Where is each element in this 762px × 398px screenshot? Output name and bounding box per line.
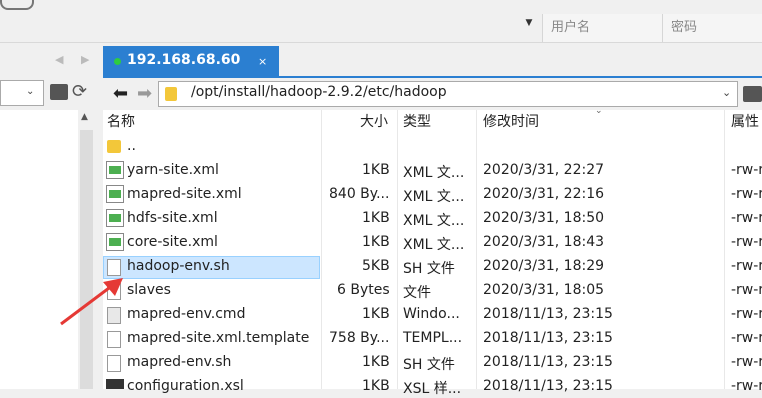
list-item-modified: 2018/11/13, 23:15: [483, 330, 613, 346]
list-item-size: 6 Bytes: [337, 282, 390, 298]
list-item-name[interactable]: yarn-site.xml: [127, 162, 219, 178]
list-item-type: XML 文...: [403, 213, 465, 229]
password-field[interactable]: 密码: [662, 14, 762, 42]
folder-icon: [165, 87, 177, 101]
sort-indicator-icon: ⌄: [595, 106, 603, 116]
column-header-modified[interactable]: 修改时间: [483, 110, 539, 134]
list-item-attrs: -rw-r: [731, 162, 762, 178]
list-item-modified: 2020/3/31, 22:27: [483, 162, 605, 178]
folder-icon: [107, 140, 121, 153]
list-item-type: XSL 样...: [403, 381, 462, 397]
list-item-type: XML 文...: [403, 237, 465, 253]
xml-file-icon: [106, 185, 124, 203]
scroll-up-icon[interactable]: ▲: [81, 112, 88, 122]
list-item-attrs: -rw-r: [731, 282, 762, 298]
list-item-size: 1KB: [362, 378, 390, 394]
list-item-attrs: -rw-r: [731, 258, 762, 274]
username-field[interactable]: 用户名: [542, 14, 662, 42]
list-item-type: XML 文...: [403, 189, 465, 205]
local-path-combo[interactable]: [0, 80, 44, 106]
list-item-attrs: -rw-r: [731, 186, 762, 202]
connected-status-icon: [114, 58, 121, 65]
refresh-icon[interactable]: [0, 0, 34, 10]
list-item-size: 1KB: [362, 210, 390, 226]
column-header-type[interactable]: 类型: [403, 110, 431, 134]
list-item-size: 1KB: [362, 306, 390, 322]
annotation-arrow-head: [103, 278, 123, 296]
list-item-name[interactable]: hadoop-env.sh: [127, 258, 230, 274]
file-icon: [107, 355, 121, 372]
close-icon[interactable]: ×: [258, 55, 267, 68]
refresh-icon[interactable]: ⟳: [72, 81, 87, 102]
column-divider[interactable]: [397, 110, 398, 389]
list-item-attrs: -rw-r: [731, 330, 762, 346]
list-item-name[interactable]: mapred-env.cmd: [127, 306, 245, 322]
list-item-modified: 2020/3/31, 22:16: [483, 186, 605, 202]
xml-file-icon: [106, 209, 124, 227]
list-item-size: 758 By...: [329, 330, 390, 346]
list-item-name[interactable]: ..: [127, 138, 136, 154]
list-item-attrs: -rw-r: [731, 234, 762, 250]
list-item-type: Windo...: [403, 306, 460, 322]
list-item-size: 1KB: [362, 162, 390, 178]
list-item-name[interactable]: mapred-env.sh: [127, 354, 231, 370]
xml-file-icon: [106, 161, 124, 179]
list-item-modified: 2020/3/31, 18:05: [483, 282, 605, 298]
list-item-name[interactable]: configuration.xsl: [127, 378, 244, 394]
list-item-size: 1KB: [362, 234, 390, 250]
column-header-attrs[interactable]: 属性: [731, 110, 759, 134]
chevron-down-icon[interactable]: ⌄: [722, 86, 731, 99]
list-item-name[interactable]: mapred-site.xml.template: [127, 330, 309, 346]
column-header-size[interactable]: 大小: [360, 110, 388, 134]
annotation-arrow: [60, 278, 123, 326]
column-divider[interactable]: [724, 110, 725, 389]
list-item-attrs: -rw-r: [731, 210, 762, 226]
list-item-type: XML 文...: [403, 165, 465, 181]
chevron-down-icon[interactable]: ▼: [522, 18, 536, 32]
list-item-name[interactable]: core-site.xml: [127, 234, 218, 250]
list-item-type: SH 文件: [403, 261, 455, 277]
tab-host-label: 192.168.68.60: [127, 52, 241, 68]
list-item-name[interactable]: mapred-site.xml: [127, 186, 242, 202]
column-divider[interactable]: [321, 110, 322, 389]
list-item-attrs: -rw-r: [731, 354, 762, 370]
forward-arrow-icon[interactable]: ➡: [137, 83, 152, 104]
column-divider[interactable]: [476, 110, 477, 389]
list-item-type: 文件: [403, 285, 431, 301]
list-item-modified: 2020/3/31, 18:50: [483, 210, 605, 226]
local-file-list[interactable]: [0, 110, 78, 389]
folder-nav-icon[interactable]: [743, 86, 762, 102]
remote-path-text: /opt/install/hadoop-2.9.2/etc/hadoop: [191, 84, 447, 100]
tab-scroll-right-icon[interactable]: ▶: [81, 53, 89, 66]
list-item-attrs: -rw-r: [731, 378, 762, 394]
list-item-type: TEMPL...: [403, 330, 463, 346]
list-item-size: 840 By...: [329, 186, 390, 202]
back-arrow-icon[interactable]: ⬅: [113, 83, 128, 104]
session-dropdown[interactable]: [0, 14, 540, 42]
folder-nav-icon[interactable]: [50, 84, 68, 100]
list-item-attrs: -rw-r: [731, 306, 762, 322]
list-item-modified: 2020/3/31, 18:29: [483, 258, 605, 274]
list-item-modified: 2018/11/13, 23:15: [483, 354, 613, 370]
list-item-type: SH 文件: [403, 357, 455, 373]
list-item-size: 1KB: [362, 354, 390, 370]
list-item-modified: 2018/11/13, 23:15: [483, 378, 613, 394]
list-item-modified: 2020/3/31, 18:43: [483, 234, 605, 250]
list-item-name[interactable]: slaves: [127, 282, 171, 298]
file-icon: [107, 331, 121, 348]
chevron-down-icon[interactable]: ⌄: [26, 86, 34, 97]
list-item-size: 5KB: [362, 258, 390, 274]
tab-scroll-left-icon[interactable]: ◀: [55, 53, 63, 66]
column-header-name[interactable]: 名称: [107, 110, 135, 134]
list-item-name[interactable]: hdfs-site.xml: [127, 210, 218, 226]
xsl-file-icon: [106, 379, 124, 389]
xml-file-icon: [106, 233, 124, 251]
local-scrollbar-thumb[interactable]: [80, 130, 93, 389]
list-item-modified: 2018/11/13, 23:15: [483, 306, 613, 322]
